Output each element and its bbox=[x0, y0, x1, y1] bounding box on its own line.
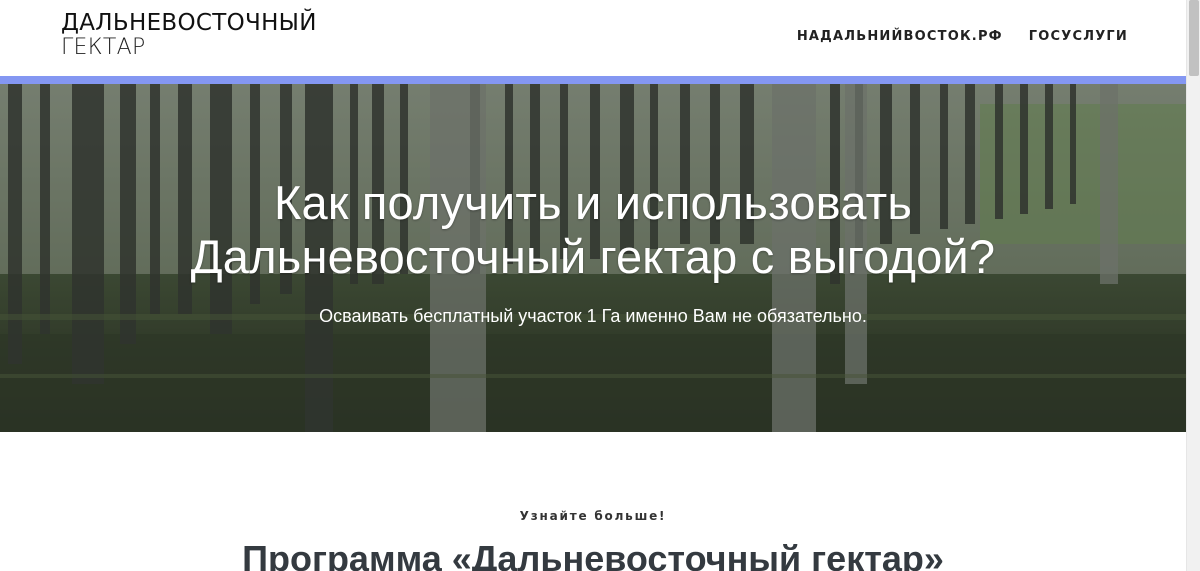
site-header: ДАЛЬНЕВОСТОЧНЫЙ ГЕКТАР НАДАЛЬНИЙВОСТОК.Р… bbox=[0, 0, 1186, 76]
hero-subtitle: Осваивать бесплатный участок 1 Га именно… bbox=[319, 306, 867, 326]
hero-title-line-2: Дальневосточный гектар с выгодой? bbox=[190, 230, 996, 283]
section-title: Программа «Дальневосточный гектар» bbox=[242, 538, 944, 571]
main-nav: НАДАЛЬНИЙВОСТОК.РФ ГОСУСЛУГИ bbox=[797, 29, 1128, 44]
scrollbar-thumb[interactable] bbox=[1189, 0, 1199, 76]
header-accent-bar bbox=[0, 76, 1186, 84]
hero-title-line-1: Как получить и использовать bbox=[273, 176, 913, 229]
hero-banner: Как получить и использовать Дальневосточ… bbox=[0, 84, 1186, 432]
hero-title: Как получить и использовать Дальневосточ… bbox=[0, 176, 1186, 284]
section-eyebrow: Узнайте больше! bbox=[519, 509, 667, 523]
nav-link-gosuslugi[interactable]: ГОСУСЛУГИ bbox=[1029, 29, 1128, 44]
site-logo[interactable]: ДАЛЬНЕВОСТОЧНЫЙ ГЕКТАР bbox=[61, 12, 317, 59]
page-viewport: ДАЛЬНЕВОСТОЧНЫЙ ГЕКТАР НАДАЛЬНИЙВОСТОК.Р… bbox=[0, 0, 1186, 571]
logo-line-1: ДАЛЬНЕВОСТОЧНЫЙ bbox=[61, 10, 317, 36]
logo-line-2: ГЕКТАР bbox=[61, 35, 146, 60]
page-scrollbar[interactable] bbox=[1186, 0, 1200, 571]
nav-link-nadalniyvostok[interactable]: НАДАЛЬНИЙВОСТОК.РФ bbox=[797, 29, 1003, 44]
